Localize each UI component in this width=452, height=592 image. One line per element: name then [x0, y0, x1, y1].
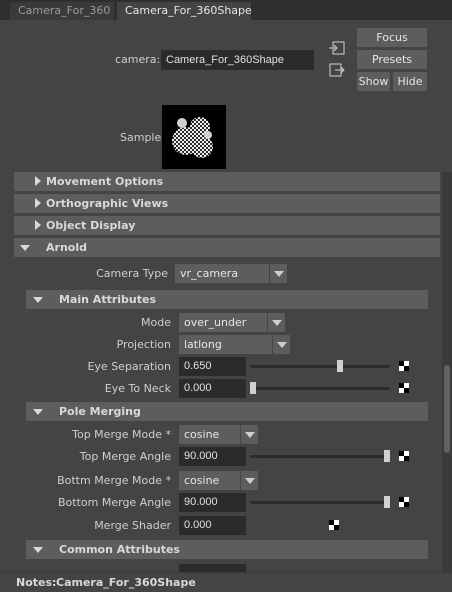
frame-arnold[interactable]: Arnold: [14, 238, 440, 257]
frame-title: Movement Options: [46, 175, 164, 188]
expand-arrow-icon: [33, 547, 43, 553]
partial-field[interactable]: [179, 564, 246, 572]
frame-common-attributes[interactable]: Common Attributes: [26, 540, 428, 559]
mode-value: over_under: [184, 316, 247, 329]
eye-separation-slider-track[interactable]: [250, 365, 390, 368]
scrollbar-thumb[interactable]: [444, 365, 450, 453]
tab-camera-shape[interactable]: Camera_For_360Shape: [117, 2, 252, 20]
notes-value[interactable]: Camera_For_360Shape: [56, 576, 196, 589]
merge-shader-field[interactable]: [179, 516, 246, 535]
top-merge-mode-value: cosine: [184, 428, 220, 441]
projection-label: Projection: [116, 338, 171, 351]
notes-label: Notes:: [16, 576, 57, 589]
map-button-icon[interactable]: [399, 361, 409, 371]
hide-button[interactable]: Hide: [393, 72, 427, 91]
top-merge-angle-slider-thumb[interactable]: [384, 450, 390, 462]
bottom-merge-mode-label: Bottm Merge Mode *: [57, 474, 171, 487]
mode-dropdown[interactable]: over_under: [179, 313, 267, 332]
eye-separation-slider-thumb[interactable]: [337, 360, 344, 372]
frame-title: Main Attributes: [59, 293, 156, 306]
camera-type-dropdown[interactable]: vr_camera: [175, 264, 269, 283]
expand-arrow-icon: [33, 297, 43, 303]
top-merge-mode-label: Top Merge Mode *: [72, 428, 171, 441]
frame-movement-options[interactable]: Movement Options: [14, 172, 440, 191]
eye-to-neck-field[interactable]: [179, 379, 246, 398]
bottom-merge-mode-value: cosine: [184, 474, 220, 487]
expand-arrow-icon: [33, 409, 43, 415]
attribute-panel: Movement Options Orthographic Views Obje…: [0, 172, 452, 572]
expand-arrow-icon: [20, 245, 30, 251]
frame-orthographic-views[interactable]: Orthographic Views: [14, 194, 440, 213]
camera-type-value: vr_camera: [180, 267, 239, 280]
eye-separation-field[interactable]: [179, 357, 246, 376]
map-button-icon[interactable]: [329, 520, 339, 530]
sample-label: Sample: [120, 131, 162, 144]
top-merge-mode-dropdown-arrow[interactable]: [240, 425, 258, 444]
bottom-merge-angle-label: Bottom Merge Angle: [58, 496, 171, 509]
frame-title: Pole Merging: [59, 405, 141, 418]
top-merge-angle-label: Top Merge Angle: [79, 450, 171, 463]
projection-dropdown-arrow[interactable]: [272, 335, 290, 354]
collapse-arrow-icon: [35, 220, 41, 230]
tab-bar: Camera_For_360 Camera_For_360Shape: [0, 0, 452, 20]
vertical-scrollbar[interactable]: [442, 172, 452, 572]
camera-type-dropdown-arrow[interactable]: [269, 264, 287, 283]
bottom-merge-mode-dropdown-arrow[interactable]: [240, 471, 258, 490]
frame-title: Object Display: [46, 219, 136, 232]
projection-dropdown[interactable]: latlong: [179, 335, 272, 354]
top-merge-angle-slider-track[interactable]: [250, 455, 390, 458]
node-name-label: camera:: [115, 53, 161, 66]
frame-title: Orthographic Views: [46, 197, 169, 210]
input-connection-icon[interactable]: [328, 40, 346, 56]
bottom-merge-angle-slider-thumb[interactable]: [384, 496, 390, 508]
camera-type-label: Camera Type: [96, 267, 168, 280]
top-merge-mode-dropdown[interactable]: cosine: [179, 425, 240, 444]
eye-to-neck-label: Eye To Neck: [104, 382, 171, 395]
mode-label: Mode: [141, 316, 171, 329]
bottom-merge-mode-dropdown[interactable]: cosine: [179, 471, 240, 490]
output-connection-icon[interactable]: [328, 62, 346, 78]
presets-button[interactable]: Presets: [357, 50, 427, 69]
map-button-icon[interactable]: [399, 383, 409, 393]
collapse-arrow-icon: [35, 176, 41, 186]
projection-value: latlong: [184, 338, 222, 351]
tab-camera-transform[interactable]: Camera_For_360: [10, 2, 114, 20]
map-button-icon[interactable]: [399, 451, 409, 461]
show-button[interactable]: Show: [357, 72, 390, 91]
frame-title: Arnold: [46, 241, 87, 254]
frame-pole-merging[interactable]: Pole Merging: [26, 402, 428, 421]
frame-main-attributes[interactable]: Main Attributes: [26, 290, 428, 309]
bottom-merge-angle-slider-track[interactable]: [250, 501, 390, 504]
bottom-merge-angle-field[interactable]: [179, 493, 246, 512]
map-button-icon[interactable]: [399, 497, 409, 507]
top-merge-angle-field[interactable]: [179, 447, 246, 466]
eye-to-neck-slider-thumb[interactable]: [250, 382, 256, 394]
frame-object-display[interactable]: Object Display: [14, 216, 440, 235]
sample-swatch: [162, 105, 226, 169]
notes-bar: Notes: Camera_For_360Shape: [0, 572, 452, 592]
eye-separation-label: Eye Separation: [87, 360, 171, 373]
frame-title: Common Attributes: [59, 543, 180, 556]
sample-preview-icon: [172, 117, 213, 158]
mode-dropdown-arrow[interactable]: [267, 313, 285, 332]
eye-to-neck-slider-track[interactable]: [250, 387, 390, 390]
focus-button[interactable]: Focus: [357, 28, 427, 47]
node-name-field[interactable]: [161, 50, 314, 70]
collapse-arrow-icon: [35, 198, 41, 208]
merge-shader-label: Merge Shader: [94, 519, 171, 532]
